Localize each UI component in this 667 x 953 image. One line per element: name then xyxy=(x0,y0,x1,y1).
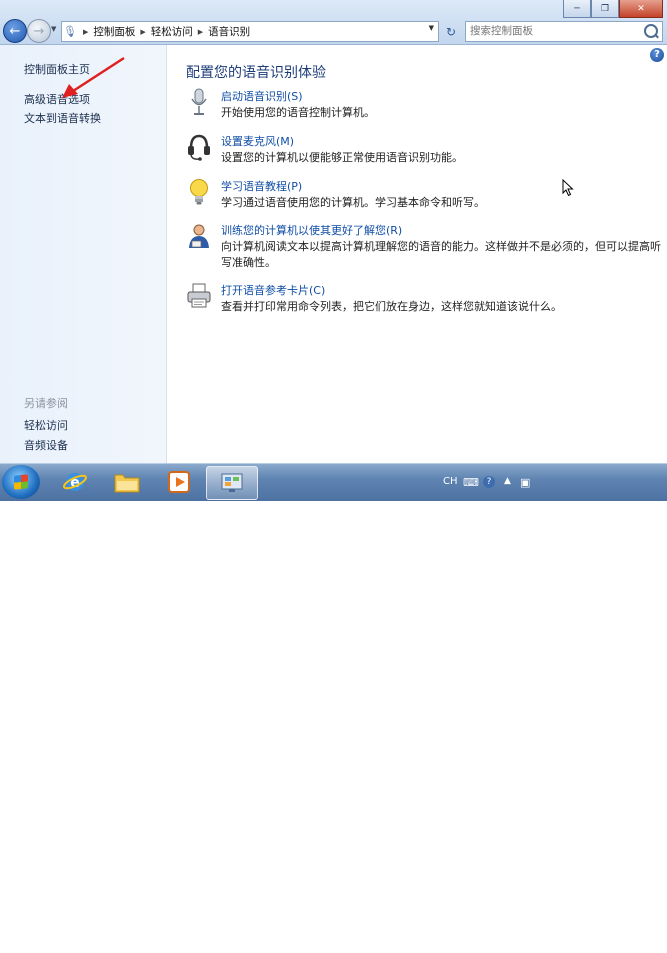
see-also-label: 另请参阅 xyxy=(24,397,68,410)
help-tray-icon[interactable]: ? xyxy=(483,476,495,488)
taskbar: e CH ⌨ ? ▲ ▣ 萍葱头云重装 WWW.PC6.NET xyxy=(0,463,667,953)
search-icon[interactable] xyxy=(644,24,658,38)
refresh-icon: ↻ xyxy=(445,24,457,39)
microphone-small-icon: 🎙 xyxy=(63,25,77,38)
media-player-icon xyxy=(168,471,190,493)
microphone-icon xyxy=(191,88,207,115)
annotation-arrow xyxy=(62,56,125,98)
breadcrumb-item-speech-recognition[interactable]: 语音识别 xyxy=(208,24,250,39)
user-train-icon xyxy=(189,224,209,248)
watermark: 萍葱头云重装 WWW.PC6.NET xyxy=(540,928,618,953)
task-description: 学习通过语音使用您的计算机。学习基本命令和听写。 xyxy=(221,196,485,209)
back-button[interactable]: ← xyxy=(3,19,27,43)
breadcrumb: ▶ 控制面板 ▶ 轻松访问 ▶ 语音识别 xyxy=(78,24,250,39)
control-panel-icon xyxy=(221,473,243,492)
chevron-right-icon[interactable]: ▶ xyxy=(198,28,203,36)
start-button[interactable] xyxy=(2,465,40,499)
window-controls: ─ ❐ ✕ xyxy=(563,0,663,18)
train-computer-link[interactable]: 训练您的计算机以使其更好了解您(R) xyxy=(221,222,402,238)
folder-icon xyxy=(114,474,140,493)
close-button[interactable]: ✕ xyxy=(619,0,663,18)
task-set-up-microphone: 设置麦克风(M) 设置您的计算机以便能够正常使用语音识别功能。 xyxy=(186,133,656,167)
printer-icon xyxy=(187,283,211,308)
network-icon[interactable]: ▣ xyxy=(520,476,530,489)
tray-overflow-icon[interactable]: ▲ xyxy=(504,476,511,486)
address-bar[interactable]: 🎙 ▶ 控制面板 ▶ 轻松访问 ▶ 语音识别 ▼ xyxy=(61,21,439,42)
task-train-computer: 训练您的计算机以使其更好了解您(R) 向计算机阅读文本以提高计算机理解您的语音的… xyxy=(186,222,661,272)
recent-pages-dropdown[interactable]: ▼ xyxy=(51,25,56,33)
sidebar-link-text-to-speech[interactable]: 文本到语音转换 xyxy=(24,110,101,126)
task-description: 开始使用您的语音控制计算机。 xyxy=(221,106,375,119)
search-box[interactable] xyxy=(465,21,663,42)
headset-icon xyxy=(188,134,210,161)
task-open-reference-card: 打开语音参考卡片(C) 查看并打印常用命令列表，把它们放在身边，这样您就知道该说… xyxy=(186,282,656,316)
forward-button[interactable]: → xyxy=(27,19,51,43)
task-start-speech-recognition: 启动语音识别(S) 开始使用您的语音控制计算机。 xyxy=(186,88,656,122)
search-input[interactable] xyxy=(466,22,644,39)
mouse-cursor-icon xyxy=(562,179,574,197)
taskbar-app-control-panel[interactable] xyxy=(206,466,258,500)
address-dropdown-icon[interactable]: ▼ xyxy=(429,24,434,32)
task-description: 向计算机阅读文本以提高计算机理解您的语音的能力。这样做并不是必须的，但可以提高听… xyxy=(221,240,661,269)
keyboard-icon[interactable]: ⌨ xyxy=(463,476,479,489)
maximize-button[interactable]: ❐ xyxy=(591,0,619,18)
watermark-text: 萍葱头云重装 xyxy=(540,932,619,947)
taskbar-app-media-player[interactable] xyxy=(154,466,204,498)
speech-tutorial-link[interactable]: 学习语音教程(P) xyxy=(221,178,302,194)
chevron-right-icon[interactable]: ▶ xyxy=(140,28,145,36)
arrow-right-icon: → xyxy=(33,23,45,39)
task-description: 查看并打印常用命令列表，把它们放在身边，这样您就知道该说什么。 xyxy=(221,300,562,313)
chevron-right-icon: ▶ xyxy=(83,27,89,36)
taskbar-app-explorer[interactable] xyxy=(102,466,152,498)
refresh-button[interactable]: ↻ xyxy=(441,21,461,42)
main-content: 配置您的语音识别体验 启动语音识别(S) 开始使用您的语音控制计算机。 设置麦克… xyxy=(166,45,667,463)
ie-icon: e xyxy=(62,473,88,491)
title-bar: ─ ❐ ✕ ← → ▼ 🎙 ▶ 控制面板 ▶ 轻松访问 ▶ 语音识别 ▼ ↻ xyxy=(0,0,667,45)
breadcrumb-item-control-panel[interactable]: 控制面板 xyxy=(93,24,135,39)
lightbulb-icon xyxy=(190,179,208,205)
page-title: 配置您的语音识别体验 xyxy=(186,65,326,81)
breadcrumb-item-ease-of-access[interactable]: 轻松访问 xyxy=(151,24,193,39)
start-speech-recognition-link[interactable]: 启动语音识别(S) xyxy=(221,88,303,104)
taskbar-app-ie[interactable]: e xyxy=(50,466,100,498)
sidebar-link-ease-of-access[interactable]: 轻松访问 xyxy=(24,417,68,433)
set-up-microphone-link[interactable]: 设置麦克风(M) xyxy=(221,133,294,149)
arrow-left-icon: ← xyxy=(9,23,21,39)
input-language-indicator[interactable]: CH xyxy=(443,476,458,487)
watermark-url: WWW.PC6.NET xyxy=(562,946,619,953)
sidebar: 控制面板主页 高级语音选项 文本到语音转换 另请参阅 轻松访问 音频设备 xyxy=(0,45,167,463)
task-description: 设置您的计算机以便能够正常使用语音识别功能。 xyxy=(221,151,463,164)
sidebar-link-audio-devices[interactable]: 音频设备 xyxy=(24,437,68,453)
minimize-button[interactable]: ─ xyxy=(563,0,591,18)
task-speech-tutorial: 学习语音教程(P) 学习通过语音使用您的计算机。学习基本命令和听写。 xyxy=(186,178,656,212)
open-reference-card-link[interactable]: 打开语音参考卡片(C) xyxy=(221,282,325,298)
